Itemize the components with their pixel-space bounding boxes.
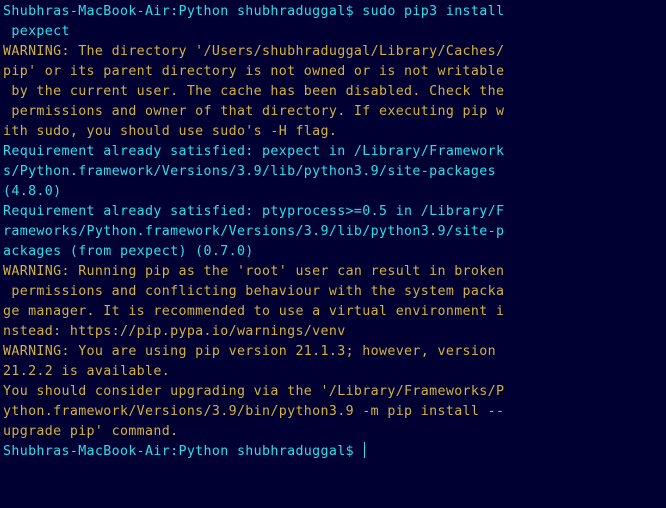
output-line: WARNING: The directory '/Users/shubhradu… — [3, 44, 505, 59]
output-line: ith sudo, you should use sudo's -H flag. — [3, 124, 338, 139]
output-line: Requirement already satisfied: pexpect i… — [3, 144, 505, 159]
output-line: WARNING: Running pip as the 'root' user … — [3, 264, 505, 279]
output-line: ython.framework/Versions/3.9/bin/python3… — [3, 404, 505, 419]
output-line: 21.2.2 is available. — [3, 364, 171, 379]
output-line: pexpect — [3, 24, 70, 39]
output-line: pip' or its parent directory is not owne… — [3, 64, 505, 79]
output-line: ge manager. It is recommended to use a v… — [3, 304, 505, 319]
terminal-window[interactable]: Shubhras-MacBook-Air:Python shubhradugga… — [0, 0, 666, 508]
output-line: (4.8.0) — [3, 184, 62, 199]
output-line: rameworks/Python.framework/Versions/3.9/… — [3, 224, 505, 239]
output-line: Shubhras-MacBook-Air:Python shubhradugga… — [3, 4, 505, 19]
terminal-output: Shubhras-MacBook-Air:Python shubhradugga… — [3, 2, 666, 442]
output-line: permissions and conflicting behaviour wi… — [3, 284, 505, 299]
output-line: ackages (from pexpect) (0.7.0) — [3, 244, 254, 259]
prompt-line[interactable]: Shubhras-MacBook-Air:Python shubhradugga… — [3, 442, 666, 462]
output-line: Requirement already satisfied: ptyproces… — [3, 204, 505, 219]
shell-prompt: Shubhras-MacBook-Air:Python shubhradugga… — [3, 444, 363, 459]
output-line: upgrade pip' command. — [3, 424, 179, 439]
output-line: You should consider upgrading via the '/… — [3, 384, 505, 399]
output-line: by the current user. The cache has been … — [3, 84, 505, 99]
output-line: s/Python.framework/Versions/3.9/lib/pyth… — [3, 164, 496, 179]
output-line: nstead: https://pip.pypa.io/warnings/ven… — [3, 324, 346, 339]
output-line: permissions and owner of that directory.… — [3, 104, 505, 119]
output-line: WARNING: You are using pip version 21.1.… — [3, 344, 496, 359]
text-cursor — [364, 442, 366, 458]
